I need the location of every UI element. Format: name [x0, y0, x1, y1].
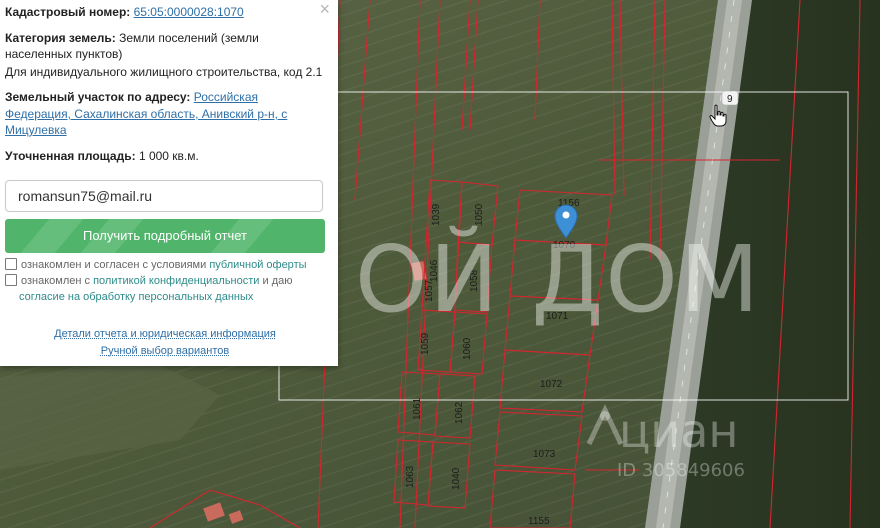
parcel-label: 1059 [420, 332, 431, 355]
manual-row: Ручной выбор вариантов [0, 345, 330, 357]
category-row-2: населенных пунктов) [5, 46, 328, 62]
cadastral-label: Кадастровый номер: [5, 5, 131, 19]
email-field[interactable]: romansun75@mail.ru [5, 180, 323, 212]
data-processing-link[interactable]: согласие на обработку персональных данны… [19, 291, 253, 303]
privacy-consent: ознакомлен с политикой конфиденциальност… [5, 274, 293, 288]
cian-id: ID 305849606 [617, 460, 745, 481]
parcel-label: 1060 [462, 337, 473, 360]
parcel-label: 1050 [474, 203, 485, 226]
manual-select-link[interactable]: Ручной выбор вариантов [101, 345, 229, 357]
address-link-3[interactable]: Мицулевка [5, 123, 67, 137]
get-report-label: Получить подробный отчет [82, 228, 248, 243]
address-row: Земельный участок по адресу: Российская [5, 89, 328, 105]
parcel-info-panel: × Кадастровый номер: 65:05:0000028:1070 … [0, 0, 338, 366]
parcel-label: 1072 [540, 379, 563, 390]
button-stripe [20, 219, 84, 253]
address-link-1[interactable]: Российская [194, 90, 258, 104]
area-label: Уточненная площадь: [5, 149, 136, 163]
category-value: Земли поселений (земли [119, 31, 259, 45]
parcel-label: 1073 [533, 449, 556, 460]
category-row: Категория земель: Земли поселений (земли [5, 30, 328, 46]
area-value: 1 000 кв.м. [138, 149, 199, 163]
parcel-label: 1039 [431, 203, 442, 226]
privacy-consent-2: согласие на обработку персональных данны… [19, 290, 253, 304]
details-row: Детали отчета и юридическая информация [0, 328, 330, 340]
address-row-2: Федерация, Сахалинская область, Анивский… [5, 106, 328, 122]
privacy-text-b: и даю [262, 275, 293, 287]
watermark: ОЙ ДОМ [355, 226, 762, 333]
category-value-2: населенных пунктов) [5, 47, 123, 61]
parcel-label: 1061 [412, 397, 423, 420]
cadastral-row: Кадастровый номер: 65:05:0000028:1070 [5, 4, 328, 20]
cian-word: циан [619, 404, 739, 458]
offer-text: ознакомлен и согласен с условиями [21, 259, 207, 271]
cadastral-number-link[interactable]: 65:05:0000028:1070 [134, 5, 244, 19]
offer-checkbox[interactable] [5, 258, 17, 270]
address-link-2[interactable]: Федерация, Сахалинская область, Анивский… [5, 107, 287, 121]
offer-consent: ознакомлен и согласен с условиями публич… [5, 258, 307, 272]
parcel-label: 1063 [405, 465, 416, 488]
cian-watermark: циан ID 305849606 [585, 398, 785, 488]
parcel-label: 1155 [528, 516, 550, 527]
permitted-use: Для индивидуального жилищного строительс… [5, 65, 323, 79]
privacy-policy-link[interactable]: политикой конфиденциальности [93, 275, 259, 287]
parcel-label: 1040 [451, 467, 462, 490]
category-label: Категория земель: [5, 31, 116, 45]
area-row: Уточненная площадь: 1 000 кв.м. [5, 148, 328, 164]
road-badge: 9 [721, 90, 739, 106]
details-link[interactable]: Детали отчета и юридическая информация [54, 328, 276, 340]
hand-cursor-icon [709, 104, 727, 127]
use-row: Для индивидуального жилищного строительс… [5, 64, 328, 80]
offer-link[interactable]: публичной оферты [209, 259, 306, 271]
get-report-button[interactable]: Получить подробный отчет [5, 219, 325, 253]
parcel-label: 1062 [454, 401, 465, 424]
address-row-3: Мицулевка [5, 122, 328, 138]
privacy-text-a: ознакомлен с [21, 275, 91, 287]
privacy-checkbox[interactable] [5, 274, 17, 286]
address-label: Земельный участок по адресу: [5, 90, 191, 104]
